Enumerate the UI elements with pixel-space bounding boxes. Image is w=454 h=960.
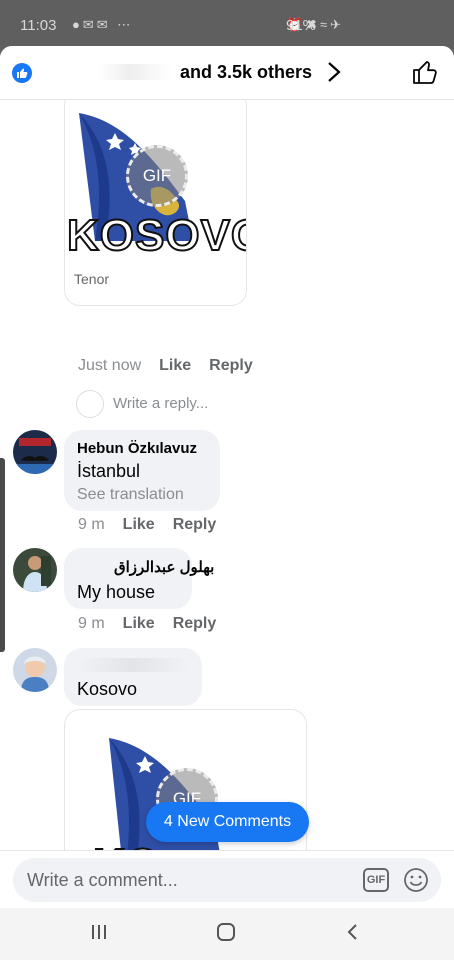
comment-input[interactable] bbox=[27, 870, 347, 891]
reactions-summary[interactable]: and 3.5k others bbox=[180, 62, 312, 83]
back-icon[interactable] bbox=[345, 922, 359, 942]
gif-picker-button[interactable]: GIF bbox=[363, 868, 389, 892]
comment-bubble[interactable]: Hebun Özkılavuz İstanbul See translation bbox=[64, 430, 220, 511]
avatar[interactable] bbox=[13, 430, 57, 474]
status-time: 11:03 bbox=[20, 17, 57, 34]
comment-author[interactable]: Hebun Özkılavuz bbox=[77, 440, 197, 457]
reactions-comments-sheet: and 3.5k others GIF KOSOVO Tenor Just no… bbox=[0, 46, 454, 908]
avatar[interactable] bbox=[13, 548, 57, 592]
status-bar: 11:03 ●✉✉ ⋯ ⏰✖≈✈ 91% bbox=[0, 0, 454, 46]
comment-actions: 9 m Like Reply bbox=[78, 615, 234, 633]
avatar[interactable] bbox=[13, 648, 57, 692]
avatar bbox=[76, 390, 104, 418]
like-button[interactable]: Like bbox=[123, 615, 155, 633]
chevron-right-icon[interactable] bbox=[326, 60, 342, 84]
like-reaction-icon bbox=[12, 63, 32, 83]
comment-composer[interactable]: GIF bbox=[13, 858, 441, 902]
like-button[interactable]: Like bbox=[123, 516, 155, 534]
emoji-icon[interactable] bbox=[403, 867, 429, 893]
gif-play-badge[interactable]: GIF bbox=[126, 145, 188, 207]
comment-time: Just now bbox=[78, 357, 142, 374]
comment-actions: 9 m Like Reply bbox=[78, 516, 234, 534]
comment-text: Kosovo bbox=[77, 679, 138, 699]
system-navigation-bar bbox=[0, 908, 454, 960]
gif-overlay-text: KOSOVO bbox=[66, 210, 247, 261]
reply-button[interactable]: Reply bbox=[173, 615, 217, 633]
recent-apps-icon[interactable] bbox=[90, 922, 108, 942]
gif-attachment[interactable]: GIF KOSOVO Tenor bbox=[64, 100, 247, 306]
reply-input[interactable]: Write a reply... bbox=[113, 395, 208, 412]
comment-bubble[interactable]: بهلول عبدالرزاق My house bbox=[64, 548, 214, 609]
comment-time: 9 m bbox=[78, 516, 105, 533]
comment-bubble[interactable]: Kosovo bbox=[64, 648, 202, 706]
comment-actions: Just now Like Reply bbox=[78, 357, 271, 375]
like-button[interactable]: Like bbox=[159, 357, 191, 375]
redacted-name bbox=[78, 658, 188, 672]
reply-button[interactable]: Reply bbox=[209, 357, 253, 375]
reactions-header[interactable]: and 3.5k others bbox=[0, 46, 454, 100]
comments-list[interactable]: GIF KOSOVO Tenor Just now Like Reply Write… bbox=[0, 100, 454, 850]
comment-author[interactable]: بهلول عبدالرزاق bbox=[114, 558, 214, 576]
notification-icons: ●✉✉ ⋯ bbox=[72, 17, 134, 32]
see-translation-link[interactable]: See translation bbox=[77, 486, 184, 504]
gif-source: Tenor bbox=[74, 271, 110, 287]
comment-time: 9 m bbox=[78, 615, 105, 632]
comment-text: İstanbul bbox=[77, 461, 141, 481]
home-icon[interactable] bbox=[216, 922, 236, 942]
new-comments-button[interactable]: 4 New Comments bbox=[146, 802, 309, 842]
reply-button[interactable]: Reply bbox=[173, 516, 217, 534]
like-thumb-icon[interactable] bbox=[412, 59, 438, 85]
comment-text: My house bbox=[77, 582, 156, 602]
redacted-name bbox=[100, 64, 172, 80]
gif-overlay-text: KO bbox=[92, 839, 161, 850]
edge-panel-handle[interactable] bbox=[0, 458, 5, 652]
comment-composer-bar: GIF bbox=[0, 850, 454, 908]
battery-level: 91% bbox=[285, 17, 316, 34]
